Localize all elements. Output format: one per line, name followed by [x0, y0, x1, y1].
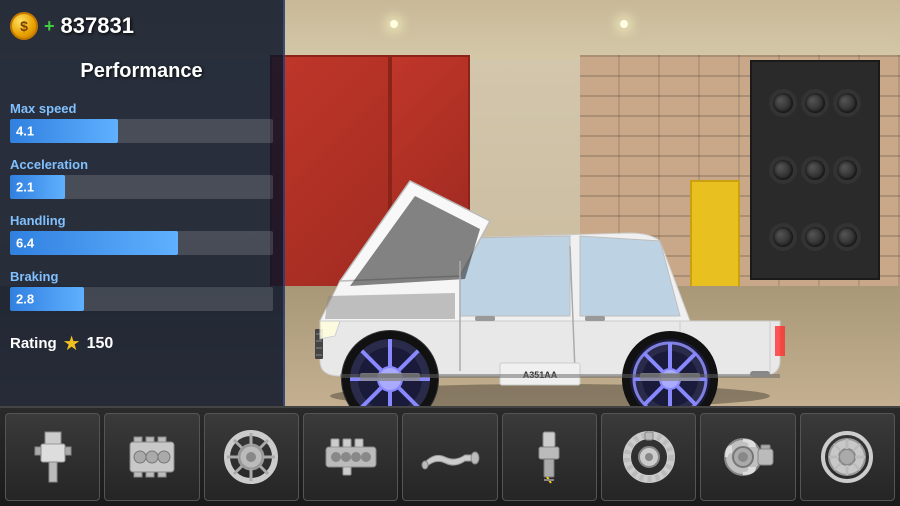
- ceiling-light-1: [390, 20, 398, 28]
- spark-plug-icon: [519, 427, 579, 487]
- stat-row-max-speed: Max speed 4.1: [10, 101, 273, 143]
- stat-row-braking: Braking 2.8: [10, 269, 273, 311]
- performance-section: Performance Max speed 4.1 Acceleration 2.1 H…: [10, 60, 273, 356]
- stat-value: 2.8: [16, 292, 34, 307]
- toolbar-item-turbo[interactable]: [700, 413, 795, 501]
- coin-icon: $: [10, 12, 38, 40]
- toolbar-item-engine-block[interactable]: [104, 413, 199, 501]
- toolbar-item-air-filter[interactable]: [601, 413, 696, 501]
- toolbar-item-piston[interactable]: [5, 413, 100, 501]
- tire-row-1: [769, 89, 861, 117]
- stat-row-handling: Handling 6.4: [10, 213, 273, 255]
- currency-amount: 837831: [61, 13, 134, 39]
- stats-container: Max speed 4.1 Acceleration 2.1 Handling 6.4 Br…: [10, 101, 273, 311]
- currency-bar: $ + 837831: [10, 12, 134, 40]
- exhaust-icon: [420, 427, 480, 487]
- stat-label: Acceleration: [10, 157, 273, 172]
- ceiling-light-2: [620, 20, 628, 28]
- plus-sign: +: [44, 16, 55, 37]
- stat-bar-container: 2.8: [10, 287, 273, 311]
- stat-label: Max speed: [10, 101, 273, 116]
- piston-icon: [23, 427, 83, 487]
- brake-disc-icon: [817, 427, 877, 487]
- game-container: A351AA: [0, 0, 900, 506]
- stat-bar-fill: 4.1: [10, 119, 118, 143]
- toolbar-item-exhaust[interactable]: [402, 413, 497, 501]
- stat-bar-container: 4.1: [10, 119, 273, 143]
- gearbox-icon: [321, 427, 381, 487]
- performance-title: Performance: [10, 60, 273, 83]
- toolbar-item-flywheel[interactable]: [204, 413, 299, 501]
- toolbar-item-gearbox[interactable]: [303, 413, 398, 501]
- stat-value: 4.1: [16, 124, 34, 139]
- bottom-toolbar: [0, 406, 900, 506]
- flywheel-icon: [221, 427, 281, 487]
- stat-bar-container: 6.4: [10, 231, 273, 255]
- left-panel: $ + 837831 Performance Max speed 4.1 Accel…: [0, 0, 285, 406]
- tire: [833, 89, 861, 117]
- tire: [769, 89, 797, 117]
- tire: [801, 89, 829, 117]
- car-illustration: A351AA: [260, 121, 840, 411]
- stat-value: 6.4: [16, 236, 34, 251]
- rating-row: Rating ★ 150: [10, 331, 273, 356]
- toolbar-item-spark-plug[interactable]: [502, 413, 597, 501]
- stat-bar-fill: 2.1: [10, 175, 65, 199]
- engine-block-icon: [122, 427, 182, 487]
- rating-value: 150: [87, 335, 114, 353]
- toolbar-item-brake-disc[interactable]: [800, 413, 895, 501]
- air-filter-icon: [619, 427, 679, 487]
- stat-label: Braking: [10, 269, 273, 284]
- stat-row-acceleration: Acceleration 2.1: [10, 157, 273, 199]
- stat-bar-fill: 6.4: [10, 231, 178, 255]
- stat-bar-container: 2.1: [10, 175, 273, 199]
- star-icon: ★: [63, 331, 81, 356]
- stat-bar-fill: 2.8: [10, 287, 84, 311]
- stat-value: 2.1: [16, 180, 34, 195]
- rating-label: Rating: [10, 335, 57, 352]
- turbo-icon: [718, 427, 778, 487]
- stat-label: Handling: [10, 213, 273, 228]
